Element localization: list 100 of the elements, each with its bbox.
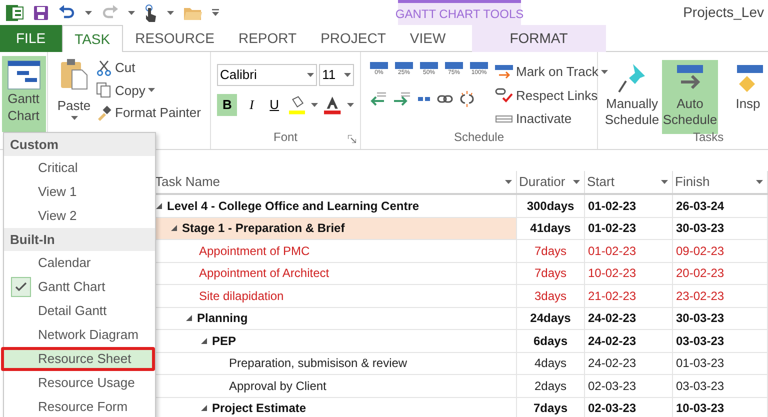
start-cell: 01-02-23 bbox=[585, 195, 673, 218]
duration-cell: 4days bbox=[517, 352, 585, 375]
font-size-field[interactable]: 11 bbox=[319, 64, 354, 86]
caret-icon bbox=[346, 103, 354, 107]
scissors-icon bbox=[96, 60, 112, 76]
column-header[interactable]: Duratior bbox=[517, 171, 585, 193]
start-cell: 24-02-23 bbox=[585, 308, 673, 330]
finish-cell: 03-03-23 bbox=[673, 375, 768, 398]
start-cell: 10-02-23 bbox=[585, 262, 673, 285]
copy-button[interactable]: Copy bbox=[96, 80, 201, 100]
duration-cell: 6days bbox=[517, 330, 585, 352]
dialog-launcher-icon[interactable] bbox=[348, 135, 356, 143]
collapse-icon[interactable] bbox=[185, 314, 195, 322]
customize-toolbar-icon[interactable] bbox=[212, 9, 219, 16]
collapse-icon[interactable] bbox=[155, 202, 165, 210]
caret-icon bbox=[148, 88, 156, 92]
duration-cell: 2days bbox=[517, 375, 585, 398]
caret-icon bbox=[505, 180, 512, 184]
view-menu-item[interactable]: Gantt Chart bbox=[4, 275, 155, 299]
caret-icon bbox=[661, 180, 668, 184]
clipboard-icon bbox=[59, 58, 89, 90]
caret-icon bbox=[128, 10, 135, 14]
collapse-icon[interactable] bbox=[200, 404, 210, 412]
column-header[interactable]: Finish bbox=[673, 171, 768, 193]
task-name-cell: Stage 1 - Preparation & Brief bbox=[153, 218, 517, 240]
view-menu-item[interactable]: Resource Sheet bbox=[1, 347, 155, 371]
font-color-icon[interactable] bbox=[324, 95, 341, 115]
link-icon[interactable] bbox=[437, 93, 453, 105]
context-tools-label: GANTT CHART TOOLS bbox=[395, 6, 524, 23]
duration-cell: 300days bbox=[517, 195, 585, 218]
caret-icon bbox=[344, 73, 351, 77]
view-menu-item[interactable]: View 2 bbox=[4, 204, 155, 228]
finish-cell: 01-03-23 bbox=[673, 352, 768, 375]
view-menu-item[interactable]: Critical bbox=[4, 156, 155, 180]
italic-button[interactable]: I bbox=[243, 94, 260, 116]
undo-icon[interactable] bbox=[58, 4, 76, 20]
caret-icon bbox=[70, 116, 78, 120]
underline-button[interactable]: U bbox=[266, 94, 283, 116]
ribbon-tab[interactable]: TASK bbox=[62, 25, 124, 52]
column-header[interactable]: Start bbox=[585, 171, 673, 193]
ribbon-tab[interactable]: REPORT bbox=[226, 25, 309, 52]
start-cell: 02-03-23 bbox=[585, 375, 673, 398]
caret-icon bbox=[85, 10, 92, 14]
mark-on-track-button[interactable]: Mark on Track bbox=[495, 62, 608, 82]
caret-icon bbox=[601, 70, 608, 74]
duration-cell: 41days bbox=[517, 218, 585, 240]
view-menu-item[interactable]: Calendar bbox=[4, 251, 155, 275]
finish-cell: 03-03-23 bbox=[673, 330, 768, 352]
start-cell: 21-02-23 bbox=[585, 285, 673, 308]
finish-cell: 09-02-23 bbox=[673, 240, 768, 262]
finish-cell: 23-02-23 bbox=[673, 285, 768, 308]
highlight-color-icon[interactable] bbox=[288, 95, 306, 115]
collapse-icon[interactable] bbox=[170, 224, 180, 232]
cut-button[interactable]: Cut bbox=[96, 58, 201, 78]
ribbon-tab[interactable]: FILE bbox=[0, 25, 62, 52]
format-painter-button[interactable]: Format Painter bbox=[96, 103, 201, 122]
finish-cell: 10-03-23 bbox=[673, 398, 768, 417]
ribbon-tab[interactable]: RESOURCE bbox=[123, 25, 226, 52]
view-menu-item[interactable]: Resource Usage bbox=[4, 371, 155, 395]
ribbon-tab[interactable]: VIEW bbox=[398, 25, 458, 52]
duration-cell: 7days bbox=[517, 240, 585, 262]
unlink-icon[interactable] bbox=[459, 91, 475, 107]
start-cell: 01-02-23 bbox=[585, 240, 673, 262]
font-name-field[interactable]: Calibri bbox=[217, 64, 318, 86]
view-menu-item[interactable]: Network Diagram bbox=[4, 323, 155, 347]
caret-icon bbox=[311, 103, 318, 107]
indent-icon[interactable] bbox=[393, 92, 411, 106]
view-menu-item[interactable]: Resource Form bbox=[4, 395, 155, 417]
menu-section-header: Built-In bbox=[10, 230, 55, 249]
start-cell: 24-02-23 bbox=[585, 330, 673, 352]
finish-cell: 20-02-23 bbox=[673, 262, 768, 285]
ribbon-tab[interactable]: FORMAT bbox=[472, 25, 606, 52]
group-label: Font bbox=[273, 129, 298, 146]
window-title: Projects_Lev bbox=[683, 3, 765, 22]
outdent-icon[interactable] bbox=[369, 92, 387, 106]
app-logo-icon bbox=[6, 4, 24, 22]
caret-icon bbox=[307, 73, 314, 77]
finish-cell: 26-03-24 bbox=[673, 195, 768, 218]
save-icon[interactable] bbox=[33, 4, 49, 20]
finish-cell: 30-03-23 bbox=[673, 308, 768, 330]
view-menu-item[interactable]: Detail Gantt bbox=[4, 299, 155, 323]
bar-arrow-icon bbox=[495, 64, 513, 80]
start-cell: 02-03-23 bbox=[585, 398, 673, 417]
view-menu-item[interactable]: View 1 bbox=[4, 180, 155, 204]
gantt-chart-button[interactable]: Gantt Chart bbox=[2, 56, 46, 132]
start-cell: 01-02-23 bbox=[585, 218, 673, 240]
touch-icon[interactable] bbox=[144, 4, 158, 22]
gantt-chart-icon bbox=[6, 60, 40, 90]
ribbon-tab[interactable]: PROJECT bbox=[308, 25, 398, 52]
collapse-icon[interactable] bbox=[200, 336, 210, 345]
duration-cell: 7days bbox=[517, 398, 585, 417]
caret-icon bbox=[756, 180, 763, 184]
start-cell: 24-02-23 bbox=[585, 352, 673, 375]
link-check-icon bbox=[495, 87, 513, 104]
paintbrush-icon bbox=[96, 104, 112, 121]
group-label: Schedule bbox=[454, 129, 504, 146]
copy-icon bbox=[96, 82, 112, 98]
duration-cell: 7days bbox=[517, 262, 585, 285]
bold-button[interactable]: B bbox=[217, 94, 238, 116]
duration-cell: 24days bbox=[517, 308, 585, 330]
